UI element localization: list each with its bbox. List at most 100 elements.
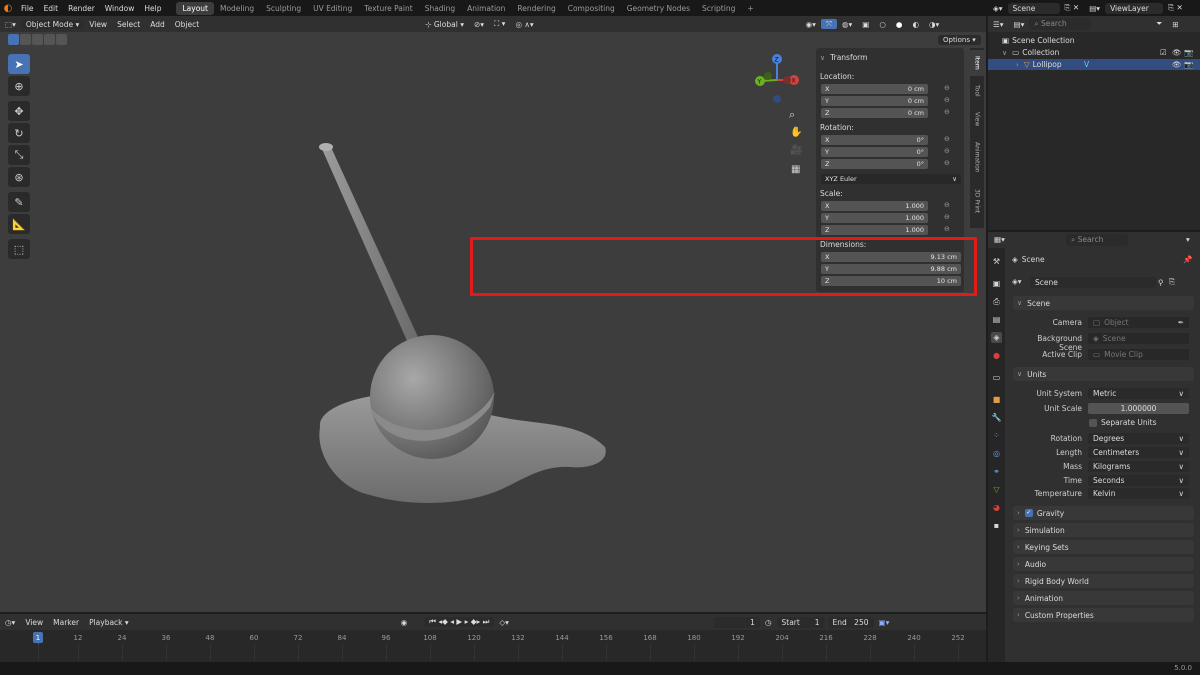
- tab-view[interactable]: View: [970, 106, 984, 132]
- lock-icon[interactable]: ⊖: [944, 84, 950, 92]
- section-custom-properties[interactable]: › Custom Properties: [1013, 608, 1194, 622]
- object-tab-icon[interactable]: ■: [991, 394, 1002, 405]
- rotate-tool-icon[interactable]: ↻: [8, 123, 30, 143]
- tree-item-collection[interactable]: ∨ ▭ Collection ☑ 👁 📷: [988, 47, 1200, 58]
- section-units[interactable]: ∨ Units: [1013, 367, 1194, 381]
- lock-icon[interactable]: ⊖: [944, 96, 950, 104]
- active-clip-field[interactable]: ▭ Movie Clip: [1088, 349, 1189, 360]
- viewport-menu-object[interactable]: Object: [170, 20, 204, 29]
- scene-field[interactable]: Scene: [1007, 2, 1060, 14]
- modifier-tab-icon[interactable]: 🔧: [991, 412, 1002, 423]
- checkbox-icon[interactable]: ☑: [1160, 48, 1167, 57]
- tree-item-lollipop[interactable]: › ▽ Lollipop Ⅴ 👁 📷: [988, 59, 1200, 70]
- workspace-tab-compositing[interactable]: Compositing: [562, 2, 621, 15]
- section-simulation[interactable]: › Simulation: [1013, 523, 1194, 537]
- separate-units-checkbox[interactable]: Separate Units: [1089, 418, 1157, 427]
- mode-dropdown[interactable]: Object Mode ▾: [20, 19, 85, 29]
- material-tab-icon[interactable]: ◕: [991, 502, 1002, 513]
- new-scene-icon[interactable]: ⎘ ✕: [1060, 3, 1085, 13]
- scene-datablock-selector[interactable]: ◈▾: [1012, 277, 1022, 286]
- unit-scale-field[interactable]: 1.000000: [1088, 403, 1189, 414]
- new-collection-icon[interactable]: ⊞: [1167, 20, 1183, 29]
- pan-hand-icon[interactable]: ✋: [790, 127, 802, 138]
- options-icon[interactable]: ▾: [1186, 235, 1190, 244]
- eyedropper-icon[interactable]: ✒: [1178, 318, 1184, 327]
- new-viewlayer-icon[interactable]: ⎘ ✕: [1163, 3, 1188, 13]
- render-tab-icon[interactable]: ▣: [991, 278, 1002, 289]
- properties-editor-icon[interactable]: ▦▾: [994, 235, 1005, 244]
- keyframe-type-icon[interactable]: ◇▾: [494, 618, 514, 627]
- shading-rendered-icon[interactable]: ◑▾: [924, 20, 944, 29]
- workspace-tab-animation[interactable]: Animation: [461, 2, 511, 15]
- transform-header[interactable]: ∨ Transform: [820, 53, 867, 62]
- tab-3d-print[interactable]: 3D Print: [970, 182, 984, 220]
- lock-icon[interactable]: ⊖: [944, 108, 950, 116]
- rotation-mode-dropdown[interactable]: XYZ Euler ∨: [821, 174, 961, 184]
- display-mode-icon[interactable]: ▤▾: [1009, 20, 1030, 29]
- eye-icon[interactable]: 👁: [1172, 60, 1182, 69]
- lock-icon[interactable]: ⊖: [944, 225, 950, 233]
- data-tab-icon[interactable]: ▽: [991, 484, 1002, 495]
- timeline-menu-view[interactable]: View: [20, 618, 48, 627]
- shading-wire-icon[interactable]: ○: [874, 20, 891, 29]
- add-cube-tool-icon[interactable]: ⬚: [8, 239, 30, 259]
- playback-controls[interactable]: ⏮ ◂◆ ◂ ▶ ▸ ◆▸ ⏭: [424, 617, 495, 627]
- shading-material-icon[interactable]: ◐: [907, 20, 924, 29]
- menu-help[interactable]: Help: [139, 4, 166, 13]
- output-tab-icon[interactable]: ⎙: [991, 296, 1002, 307]
- select-extend-icon[interactable]: [20, 34, 31, 45]
- scene-selector-icon[interactable]: ◈▾: [988, 4, 1008, 13]
- physics-tab-icon[interactable]: ◎: [991, 448, 1002, 459]
- orientation-dropdown[interactable]: ⊹ Global ▾: [420, 20, 469, 29]
- select-tool-icon[interactable]: ➤: [8, 54, 30, 74]
- visibility-icon[interactable]: ◉▾: [801, 20, 821, 29]
- fake-user-icon[interactable]: ⚲: [1158, 278, 1164, 287]
- scene-tab-icon[interactable]: ◈: [991, 332, 1002, 343]
- snap-icon[interactable]: ⛶ ▾: [489, 19, 510, 29]
- start-frame-field[interactable]: Start 1: [776, 616, 825, 628]
- lollipop-model[interactable]: [300, 107, 630, 517]
- current-frame-field[interactable]: 1: [713, 616, 760, 628]
- timeline-editor-icon[interactable]: ◷▾: [0, 618, 20, 627]
- outliner-search[interactable]: ⌕ Search: [1029, 18, 1092, 30]
- measure-tool-icon[interactable]: 📐: [8, 214, 30, 234]
- eye-icon[interactable]: 👁: [1172, 48, 1182, 57]
- workspace-tab-scripting[interactable]: Scripting: [696, 2, 741, 15]
- gizmo-toggle-icon[interactable]: ⤧: [820, 19, 837, 29]
- select-subtract-icon[interactable]: [32, 34, 43, 45]
- length-dropdown[interactable]: Centimeters ∨: [1088, 447, 1189, 458]
- workspace-tab-sculpting[interactable]: Sculpting: [260, 2, 307, 15]
- location-y-field[interactable]: Y 0 cm: [821, 96, 928, 106]
- camera-render-icon[interactable]: 📷: [1184, 60, 1193, 69]
- tree-item-scene-collection[interactable]: ▣ Scene Collection: [988, 35, 1200, 46]
- perspective-toggle-icon[interactable]: ▦: [791, 164, 800, 175]
- new-scene-button-icon[interactable]: ⎘: [1169, 277, 1175, 287]
- viewlayer-icon[interactable]: ▤▾: [1084, 4, 1105, 13]
- camera-render-icon[interactable]: 📷: [1184, 48, 1193, 57]
- shading-solid-icon[interactable]: ●: [891, 20, 908, 29]
- menu-render[interactable]: Render: [63, 4, 100, 13]
- scale-tool-icon[interactable]: ⤡: [8, 145, 30, 165]
- proportional-edit-icon[interactable]: ◎ ∧▾: [510, 20, 538, 29]
- workspace-tab-shading[interactable]: Shading: [419, 2, 461, 15]
- world-tab-icon[interactable]: ●: [991, 350, 1002, 361]
- auto-keying-icon[interactable]: ◉: [396, 618, 413, 627]
- location-z-field[interactable]: Z 0 cm: [821, 108, 928, 118]
- pivot-icon[interactable]: ⊘▾: [469, 20, 489, 29]
- overlays-icon[interactable]: ◍▾: [837, 20, 857, 29]
- annotate-tool-icon[interactable]: ✎: [8, 192, 30, 212]
- section-keying-sets[interactable]: › Keying Sets: [1013, 540, 1194, 554]
- gravity-checkbox-icon[interactable]: ✓: [1024, 509, 1033, 517]
- end-frame-field[interactable]: End 250: [827, 616, 874, 628]
- collection-tab-icon[interactable]: ▭: [991, 372, 1002, 383]
- timeline-menu-marker[interactable]: Marker: [48, 618, 84, 627]
- selection-mode-buttons[interactable]: [8, 34, 68, 46]
- viewport-menu-add[interactable]: Add: [145, 20, 170, 29]
- workspace-tab-rendering[interactable]: Rendering: [511, 2, 561, 15]
- select-intersect-icon[interactable]: [56, 34, 67, 45]
- camera-field[interactable]: ▢ Object ✒: [1088, 317, 1189, 328]
- viewport-menu-view[interactable]: View: [84, 20, 112, 29]
- menu-edit[interactable]: Edit: [39, 4, 64, 13]
- tab-tool[interactable]: Tool: [970, 78, 984, 104]
- unit-system-dropdown[interactable]: Metric ∨: [1088, 388, 1189, 399]
